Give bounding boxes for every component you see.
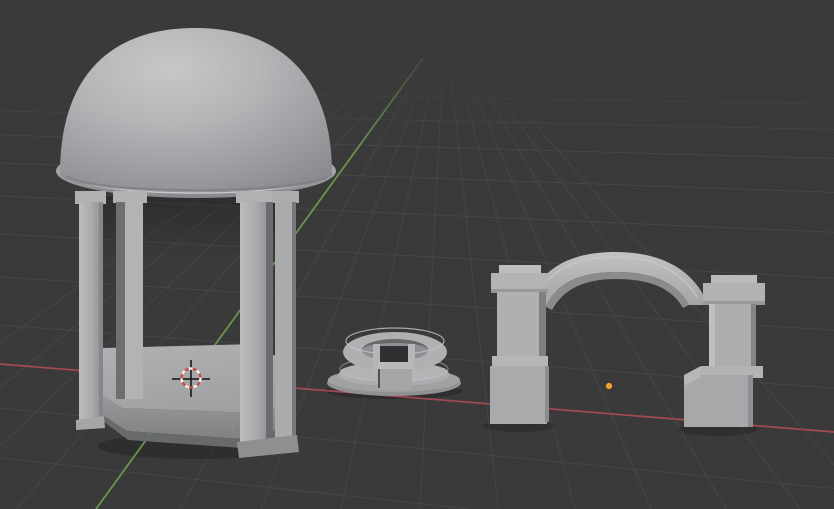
pavilion-column-2 bbox=[125, 202, 143, 399]
arch-right-pillar-shaft bbox=[709, 304, 756, 368]
pavilion-capital-2 bbox=[113, 191, 147, 203]
viewport-stage[interactable] bbox=[0, 0, 834, 509]
arch-right-pillar-shaft-lit bbox=[709, 304, 715, 368]
object-domed-pavilion[interactable] bbox=[56, 28, 336, 458]
pavilion-column-1-side bbox=[99, 202, 103, 423]
arch-right-pillar-base-side bbox=[748, 375, 753, 427]
pavilion-capital-3 bbox=[236, 191, 273, 203]
pavilion-column-2-side bbox=[116, 202, 125, 399]
dais-front-step bbox=[378, 369, 412, 390]
arch-left-pillar-shaft bbox=[497, 292, 541, 359]
arch-left-pillar-base-side bbox=[545, 366, 549, 422]
arch-left-pillar-shaft-side bbox=[539, 292, 546, 359]
dais-front-step-slit bbox=[378, 369, 380, 388]
arch-right-pillar-capital bbox=[703, 283, 765, 304]
pavilion-column-4-side bbox=[292, 202, 296, 442]
object-origin-dot[interactable] bbox=[605, 382, 613, 390]
3d-viewport[interactable] bbox=[0, 0, 834, 509]
dais-front-step-top bbox=[378, 362, 412, 369]
pavilion-capital-4 bbox=[272, 191, 299, 203]
pavilion-column-4 bbox=[275, 202, 292, 444]
arch-left-pillar-base bbox=[490, 366, 547, 424]
pavilion-column-1 bbox=[79, 202, 99, 424]
arch-right-pillar-shaft-side bbox=[751, 304, 756, 368]
arch-right-pillar-base bbox=[684, 375, 753, 427]
pavilion-column-3-side bbox=[266, 202, 273, 447]
pavilion-column-3 bbox=[240, 202, 266, 449]
